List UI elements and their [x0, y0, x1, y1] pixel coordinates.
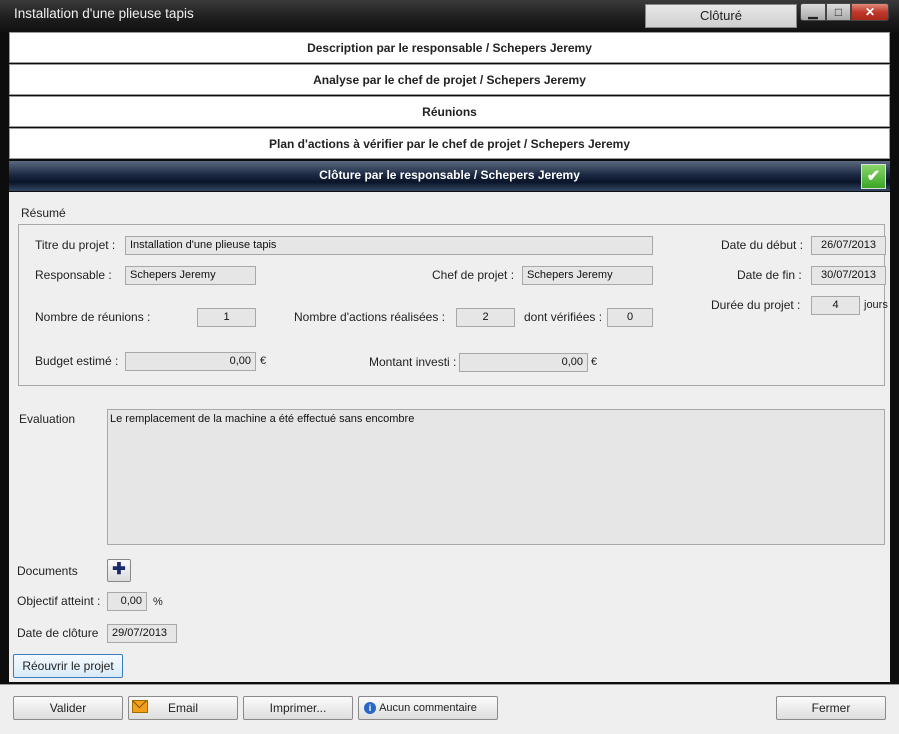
check-icon: ✔ — [861, 164, 886, 189]
section-description[interactable]: Description par le responsable / Scheper… — [9, 32, 890, 63]
actions-label: Nombre d'actions réalisées : — [294, 310, 446, 324]
titre-label: Titre du projet : — [35, 238, 116, 252]
objectif-unit: % — [153, 596, 163, 608]
title-bar: Installation d'une plieuse tapis Clôturé… — [0, 0, 899, 32]
date-fin-label: Date de fin : — [737, 268, 802, 282]
chef-field[interactable]: Schepers Jeremy — [522, 266, 653, 285]
email-button[interactable]: Email — [128, 696, 238, 720]
reopen-project-button[interactable]: Réouvrir le projet — [13, 654, 123, 678]
close-icon: ✕ — [864, 5, 876, 19]
reunions-label: Nombre de réunions : — [35, 310, 151, 324]
duree-label: Durée du projet : — [711, 298, 801, 312]
evaluation-label: Evaluation — [19, 412, 76, 426]
close-button[interactable]: Fermer — [776, 696, 886, 720]
section-analyse[interactable]: Analyse par le chef de projet / Schepers… — [9, 64, 890, 95]
plus-icon: ✚ — [112, 561, 126, 578]
duree-unit: jours — [864, 299, 888, 311]
cloture-date-label: Date de clôture — [17, 626, 99, 640]
date-fin-field[interactable]: 30/07/2013 — [811, 266, 886, 285]
window-controls: ▁ □ ✕ — [800, 3, 889, 23]
section-plan-actions[interactable]: Plan d'actions à vérifier par le chef de… — [9, 128, 890, 159]
comment-button-label: Aucun commentaire — [379, 702, 477, 714]
montant-field[interactable]: 0,00 — [459, 353, 588, 372]
status-tab[interactable]: Clôturé — [645, 4, 797, 28]
minimize-icon: ▁ — [808, 5, 818, 19]
date-debut-field[interactable]: 26/07/2013 — [811, 236, 886, 255]
objectif-label: Objectif atteint : — [17, 594, 101, 608]
resume-heading: Résumé — [21, 206, 66, 220]
window-title: Installation d'une plieuse tapis — [14, 6, 194, 21]
add-document-button[interactable]: ✚ — [107, 559, 131, 582]
email-button-label: Email — [167, 701, 198, 715]
evaluation-textarea[interactable]: Le remplacement de la machine a été effe… — [107, 409, 885, 545]
montant-unit: € — [591, 356, 598, 368]
cloture-date-field[interactable]: 29/07/2013 — [107, 624, 177, 643]
budget-field[interactable]: 0,00 — [125, 352, 256, 371]
reunions-field[interactable]: 1 — [197, 308, 256, 327]
info-icon: i — [364, 702, 376, 714]
titre-field[interactable]: Installation d'une plieuse tapis — [125, 236, 653, 255]
actions-field[interactable]: 2 — [456, 308, 515, 327]
budget-unit: € — [260, 355, 267, 367]
section-cloture-header[interactable]: Clôture par le responsable / Schepers Je… — [9, 161, 890, 191]
objectif-field[interactable]: 0,00 — [107, 592, 147, 611]
close-window-button[interactable]: ✕ — [851, 3, 889, 21]
envelope-icon — [132, 700, 148, 713]
cloture-panel: Résumé Titre du projet : Installation d'… — [9, 192, 890, 682]
section-reunions[interactable]: Réunions — [9, 96, 890, 127]
minimize-button[interactable]: ▁ — [800, 3, 826, 21]
verifiees-field[interactable]: 0 — [607, 308, 653, 327]
chef-label: Chef de projet : — [432, 268, 515, 282]
comment-button[interactable]: i Aucun commentaire — [358, 696, 498, 720]
print-button[interactable]: Imprimer... — [243, 696, 353, 720]
maximize-icon: □ — [834, 5, 843, 19]
responsable-field[interactable]: Schepers Jeremy — [125, 266, 256, 285]
budget-label: Budget estimé : — [35, 354, 119, 368]
verifiees-label: dont vérifiées : — [524, 310, 603, 324]
responsable-label: Responsable : — [35, 268, 112, 282]
project-window: Installation d'une plieuse tapis Clôturé… — [0, 0, 899, 734]
duree-field[interactable]: 4 — [811, 296, 860, 315]
documents-label: Documents — [17, 564, 78, 578]
resume-group: Titre du projet : Installation d'une pli… — [18, 224, 888, 386]
accordion: Description par le responsable / Scheper… — [9, 32, 890, 160]
footer-bar: Valider Email Imprimer... i Aucun commen… — [0, 684, 899, 734]
date-debut-label: Date du début : — [721, 238, 804, 252]
montant-label: Montant investi : — [369, 355, 457, 369]
valider-button[interactable]: Valider — [13, 696, 123, 720]
maximize-button[interactable]: □ — [826, 3, 851, 21]
